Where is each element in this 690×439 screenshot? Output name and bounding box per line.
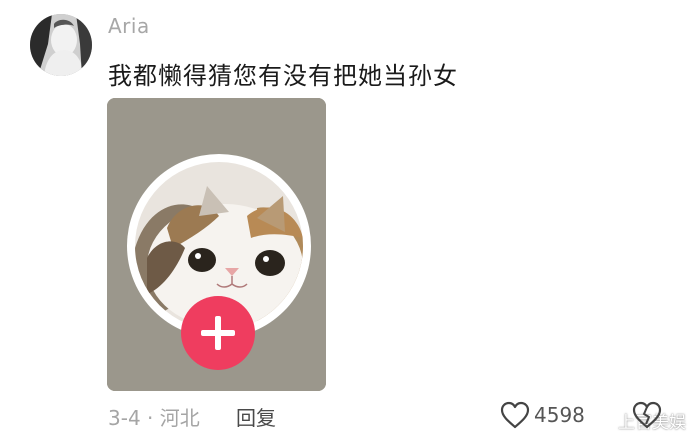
- like-button[interactable]: 4598: [500, 400, 585, 430]
- user-avatar[interactable]: [30, 14, 92, 76]
- broken-heart-outline-icon: [632, 401, 662, 429]
- comment-date-location: 3-4 · 河北: [108, 406, 200, 430]
- follow-button[interactable]: [181, 296, 255, 370]
- avatar-portrait-icon: [30, 14, 92, 76]
- username[interactable]: Aria: [108, 14, 150, 38]
- weibo-logo-icon: [593, 412, 615, 430]
- comment-image[interactable]: [107, 98, 326, 391]
- heart-outline-icon: [500, 401, 530, 429]
- like-count: 4598: [534, 403, 585, 427]
- profile-card-illustration: [107, 98, 326, 391]
- reply-button[interactable]: 回复: [236, 402, 276, 431]
- comment-text: 我都懒得猜您有没有把她当孙女: [108, 62, 458, 90]
- dislike-button[interactable]: [632, 400, 662, 430]
